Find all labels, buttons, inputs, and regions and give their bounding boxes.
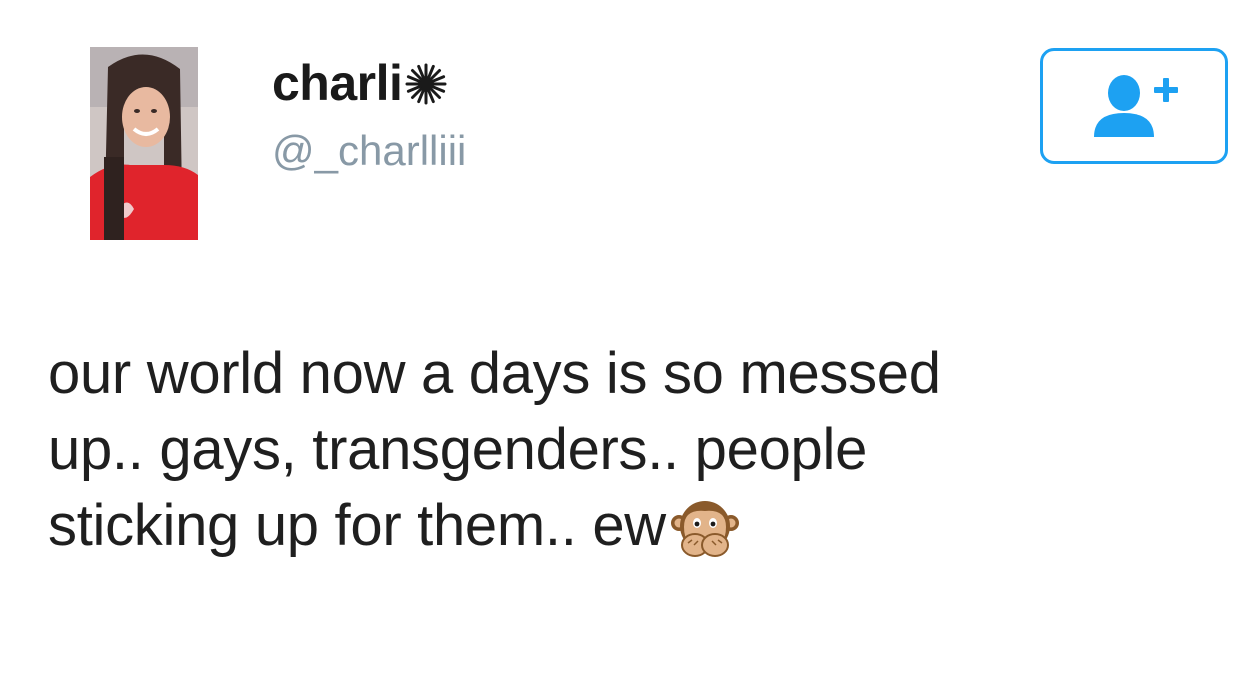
sparkle-burst-icon — [405, 63, 447, 105]
profile-photo — [90, 47, 198, 240]
speak-no-evil-monkey-icon — [670, 501, 739, 557]
display-name[interactable]: charli — [272, 55, 448, 111]
tweet-text: our world now a days is so messed up.. g… — [48, 336, 1238, 564]
tweet-line-with-emoji: sticking up for them.. ew — [48, 488, 1238, 564]
add-user-icon — [1094, 75, 1178, 137]
follow-button[interactable] — [1040, 48, 1228, 164]
display-name-text: charli — [272, 55, 403, 111]
tweet-line: sticking up for them.. ew — [48, 493, 666, 558]
tweet-line: our world now a days is so messed — [48, 341, 941, 406]
avatar[interactable] — [90, 47, 198, 240]
tweet-line: up.. gays, transgenders.. people — [48, 417, 868, 482]
user-handle[interactable]: @_charlliii — [272, 127, 466, 175]
